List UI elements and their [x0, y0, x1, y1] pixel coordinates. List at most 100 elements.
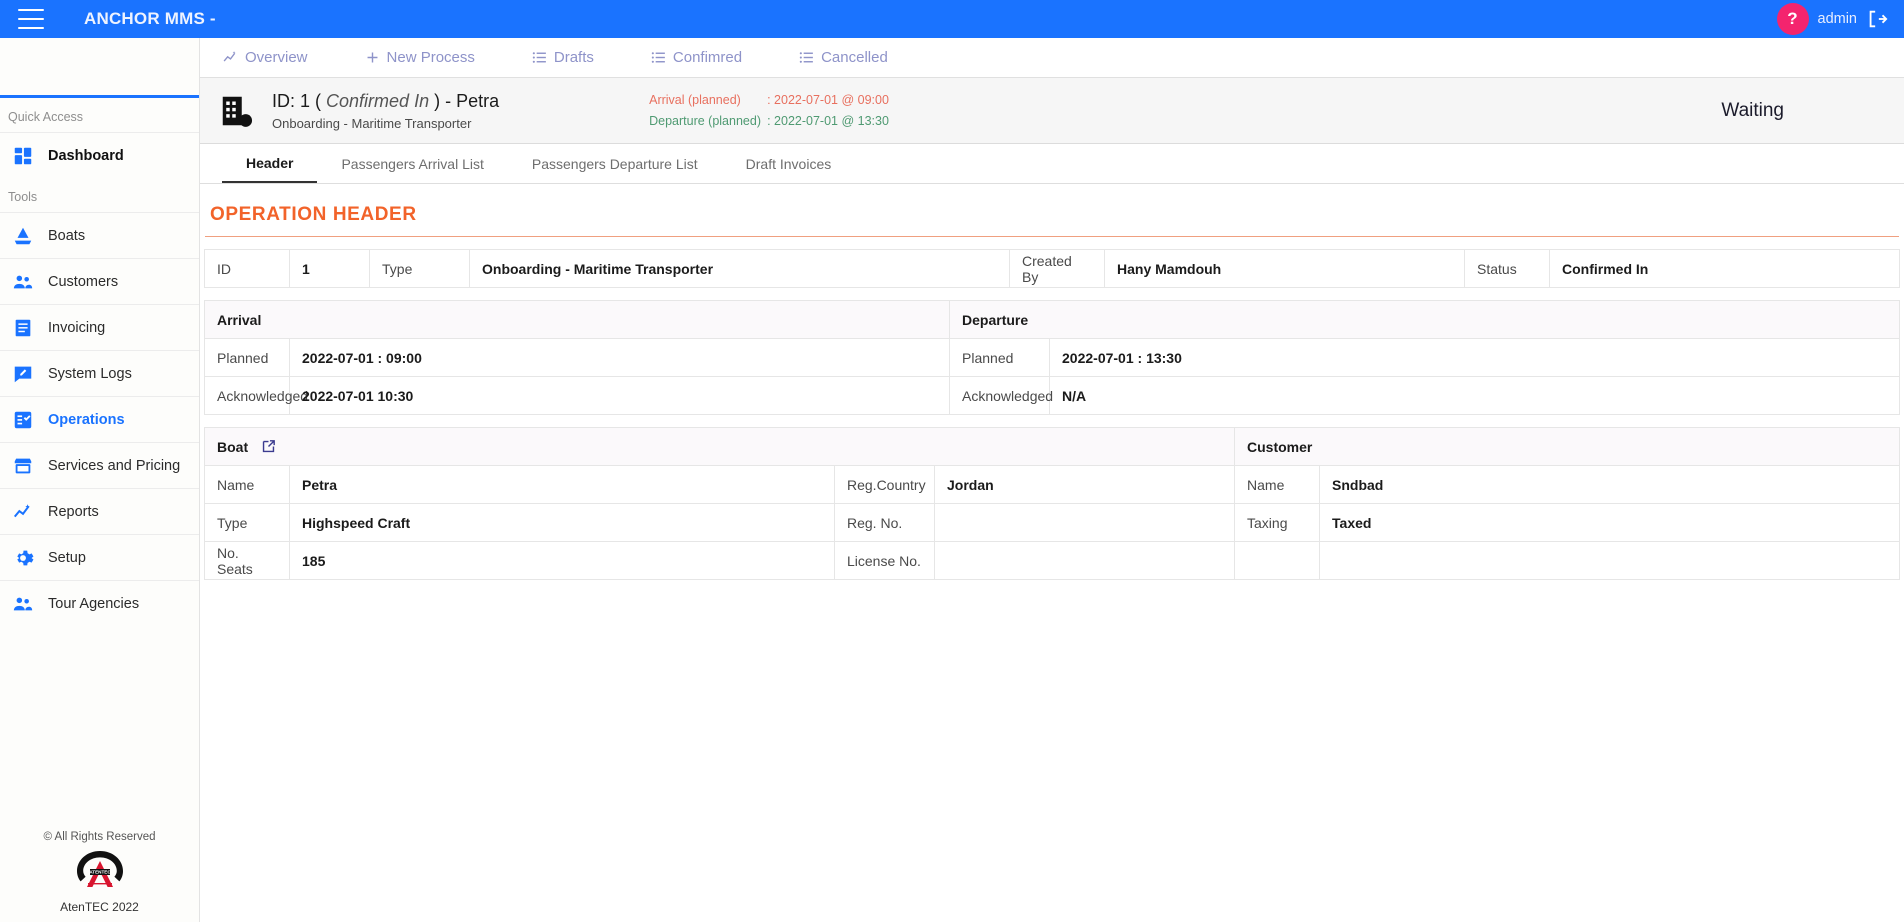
sidebar-item-customers[interactable]: Customers	[0, 258, 199, 304]
subtab-label: Passengers Arrival List	[341, 155, 484, 172]
building-icon	[222, 96, 253, 127]
sidebar-item-dashboard[interactable]: Dashboard	[0, 132, 199, 178]
boat-name-label: Name	[204, 465, 290, 504]
boat-no-seats-value: 185	[289, 541, 835, 580]
tab-label: Confimred	[672, 49, 743, 66]
subtab-passengers-departure-list[interactable]: Passengers Departure List	[508, 144, 722, 183]
operation-subtabs: Header Passengers Arrival List Passenger…	[200, 144, 1904, 184]
sidebar-item-reports[interactable]: Reports	[0, 488, 199, 534]
operation-schedule-summary: Arrival (planned) : 2022-07-01 @ 09:00 D…	[649, 93, 889, 128]
sidebar-item-tour-agencies[interactable]: Tour Agencies	[0, 580, 199, 626]
subtab-draft-invoices[interactable]: Draft Invoices	[722, 144, 856, 183]
operation-title: ID: 1 ( Confirmed In ) - Petra	[272, 91, 499, 112]
boat-icon	[14, 227, 32, 244]
boat-name-value: Petra	[289, 465, 835, 504]
sidebar-item-system-logs[interactable]: System Logs	[0, 350, 199, 396]
sidebar-item-label: Dashboard	[48, 147, 124, 164]
id-value: 1	[289, 249, 370, 288]
logout-icon[interactable]	[1866, 8, 1888, 30]
sidebar-footer: © All Rights Reserved ATENTEC AtenTEC 20…	[0, 831, 199, 914]
arrival-planned-label: Planned	[204, 338, 290, 377]
avatar[interactable]: ?	[1776, 3, 1809, 35]
sidebar-item-setup[interactable]: Setup	[0, 534, 199, 580]
customer-taxing-value: Taxed	[1319, 503, 1900, 542]
sidebar-item-label: Customers	[48, 273, 119, 290]
dashboard-icon	[14, 147, 32, 164]
status-value: Confirmed In	[1549, 249, 1900, 288]
operation-banner: ID: 1 ( Confirmed In ) - Petra Onboardin…	[200, 78, 1904, 144]
created-by-label: Created By	[1009, 249, 1105, 288]
departure-section-header: Departure	[949, 300, 1900, 339]
tab-label: Drafts	[553, 49, 594, 66]
boat-reg-country-value: Jordan	[933, 465, 1236, 504]
plus-icon	[367, 52, 377, 63]
tab-label: New Process	[386, 49, 475, 66]
topbar-user-area: ? admin	[1776, 3, 1904, 35]
page-title: OPERATION HEADER	[205, 200, 1899, 237]
sidebar-section-tools: Tools	[8, 190, 38, 204]
operation-subtitle: Onboarding - Maritime Transporter	[272, 115, 472, 131]
customer-empty-value	[1319, 541, 1900, 580]
tab-overview[interactable]: Overview	[222, 49, 308, 66]
departure-planned-label: Planned	[949, 338, 1051, 377]
header-panel: OPERATION HEADER ID 1 Type Onboarding - …	[200, 184, 1904, 580]
boat-reg-no-value	[933, 503, 1236, 542]
subtab-label: Draft Invoices	[745, 155, 832, 172]
created-by-value: Hany Mamdouh	[1104, 249, 1465, 288]
table-row: No. Seats 185 License No.	[204, 541, 1900, 580]
tab-cancelled[interactable]: Cancelled	[798, 49, 888, 66]
tab-confirmed[interactable]: Confimred	[650, 49, 742, 66]
table-row: Name Petra Reg.Country Jordan Name Sndba…	[204, 465, 1900, 504]
operation-status-inline: Confirmed In	[326, 90, 430, 111]
sidebar: Quick Access Dashboard Tools Boats Custo…	[0, 38, 200, 922]
table-row: Type Highspeed Craft Reg. No. Taxing Tax…	[204, 503, 1900, 542]
sidebar-item-operations[interactable]: Operations	[0, 396, 199, 442]
boat-no-seats-label: No. Seats	[204, 541, 290, 580]
boat-license-no-value	[933, 541, 1236, 580]
customer-empty-label	[1234, 541, 1321, 580]
boat-license-no-label: License No.	[834, 541, 935, 580]
overview-chart-icon	[223, 51, 236, 62]
departure-planned-row: Departure (planned) : 2022-07-01 @ 13:30	[649, 114, 889, 128]
sidebar-item-boats[interactable]: Boats	[0, 212, 199, 258]
hamburger-icon[interactable]	[18, 9, 44, 29]
boat-reg-country-label: Reg.Country	[834, 465, 935, 504]
subtab-label: Passengers Departure List	[531, 155, 698, 172]
sidebar-item-label: Setup	[48, 549, 86, 566]
company-name: AtenTEC 2022	[60, 900, 139, 914]
list-icon	[532, 52, 546, 63]
sidebar-item-invoicing[interactable]: Invoicing	[0, 304, 199, 350]
sidebar-item-label: Invoicing	[48, 319, 106, 336]
process-tabstrip: Overview New Process Drafts Confimred Ca…	[200, 38, 1904, 78]
schedule-table: Arrival Departure Planned 2022-07-01 : 0…	[203, 300, 1900, 415]
customer-section-header: Customer	[1234, 427, 1900, 466]
list-icon	[799, 52, 813, 63]
copyright-text: © All Rights Reserved	[43, 831, 156, 843]
table-row: Planned 2022-07-01 : 09:00 Planned 2022-…	[204, 338, 1900, 377]
sidebar-item-label: Reports	[48, 503, 99, 520]
arrival-planned-value: : 2022-07-01 @ 09:00	[767, 93, 889, 107]
sidebar-item-services-and-pricing[interactable]: Services and Pricing	[0, 442, 199, 488]
external-link-icon[interactable]	[260, 438, 277, 455]
sidebar-item-label: Services and Pricing	[48, 457, 181, 474]
list-icon	[651, 52, 665, 63]
boat-reg-no-label: Reg. No.	[834, 503, 935, 542]
table-row: ID 1 Type Onboarding - Maritime Transpor…	[204, 249, 1900, 288]
boat-section-header: Boat	[203, 427, 1236, 466]
admin-username: admin	[1817, 11, 1858, 27]
boat-section-label: Boat	[217, 439, 249, 455]
arrival-planned-label: Arrival (planned)	[649, 93, 741, 107]
operation-id-prefix: ID: 1 (	[272, 90, 322, 111]
arrival-acknowledged-label: Acknowledged	[204, 376, 308, 415]
boat-type-label: Type	[204, 503, 290, 542]
tab-drafts[interactable]: Drafts	[531, 49, 594, 66]
sidebar-section-quick-access: Quick Access	[8, 110, 84, 124]
atentec-logo: ATENTEC	[76, 851, 123, 887]
tab-new-process[interactable]: New Process	[364, 49, 475, 66]
subtab-passengers-arrival-list[interactable]: Passengers Arrival List	[317, 144, 507, 183]
sidebar-item-label: Tour Agencies	[48, 595, 140, 612]
boat-type-value: Highspeed Craft	[289, 503, 835, 542]
app-brand-title: ANCHOR MMS -	[84, 9, 216, 28]
table-row: Acknowledged 2022-07-01 10:30 Acknowledg…	[204, 376, 1900, 415]
subtab-header[interactable]: Header	[222, 144, 318, 183]
